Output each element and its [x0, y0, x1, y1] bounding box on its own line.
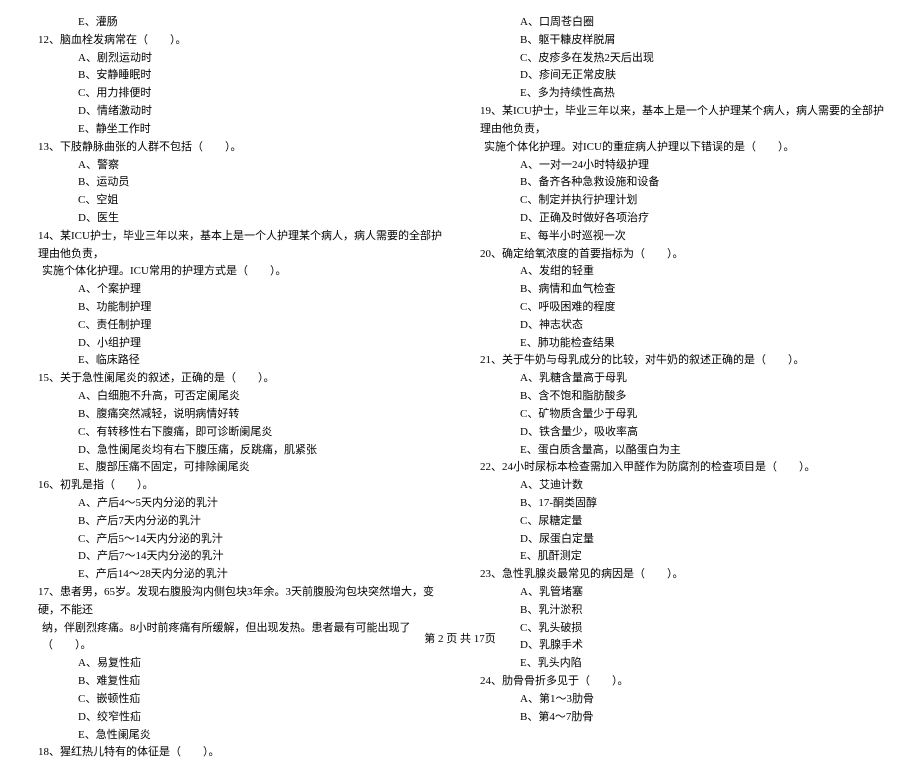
- answer-option: B、含不饱和脂肪酸多: [472, 388, 890, 406]
- answer-option: A、白细胞不升高，可否定阑尾炎: [30, 388, 448, 406]
- answer-option: D、小组护理: [30, 335, 448, 353]
- answer-option: A、乳管堵塞: [472, 584, 890, 602]
- answer-option: E、灌肠: [30, 14, 448, 32]
- answer-option: D、铁含量少，吸收率高: [472, 424, 890, 442]
- answer-option: E、产后14～28天内分泌的乳汁: [30, 566, 448, 584]
- answer-option: A、一对一24小时特级护理: [472, 157, 890, 175]
- question-text: 21、关于牛奶与母乳成分的比较，对牛奶的叙述正确的是（ ）。: [472, 352, 890, 370]
- question-text: 18、猩红热儿特有的体征是（ ）。: [30, 744, 448, 762]
- answer-option: C、责任制护理: [30, 317, 448, 335]
- answer-option: A、剧烈运动时: [30, 50, 448, 68]
- footer-total: 17: [474, 633, 485, 645]
- answer-option: B、安静睡眠时: [30, 67, 448, 85]
- question-text: 24、肋骨骨折多见于（ ）。: [472, 673, 890, 691]
- answer-option: D、疹间无正常皮肤: [472, 67, 890, 85]
- answer-option: B、功能制护理: [30, 299, 448, 317]
- answer-option: C、尿糖定量: [472, 513, 890, 531]
- answer-option: B、第4～7肋骨: [472, 709, 890, 727]
- answer-option: E、临床路径: [30, 352, 448, 370]
- answer-option: C、空姐: [30, 192, 448, 210]
- question-text: 12、脑血栓发病常在（ ）。: [30, 32, 448, 50]
- answer-option: B、病情和血气检查: [472, 281, 890, 299]
- footer-suffix: 页: [485, 633, 496, 645]
- question-text: 16、初乳是指（ ）。: [30, 477, 448, 495]
- answer-option: C、乳头破损: [472, 620, 890, 638]
- question-text: 14、某ICU护士，毕业三年以来，基本上是一个人护理某个病人，病人需要的全部护理…: [30, 228, 448, 264]
- answer-option: B、躯干糠皮样脱屑: [472, 32, 890, 50]
- right-column: A、口周苍白圈B、躯干糠皮样脱屑C、皮疹多在发热2天后出现D、疹间无正常皮肤E、…: [472, 14, 890, 624]
- answer-option: C、用力排便时: [30, 85, 448, 103]
- answer-option: E、乳头内陷: [472, 655, 890, 673]
- answer-option: A、第1～3肋骨: [472, 691, 890, 709]
- footer-middle: 页 共: [444, 633, 474, 645]
- answer-option: D、绞窄性疝: [30, 709, 448, 727]
- answer-option: D、急性阑尾炎均有右下腹压痛，反跳痛，肌紧张: [30, 442, 448, 460]
- answer-option: B、产后7天内分泌的乳汁: [30, 513, 448, 531]
- question-continuation: 实施个体化护理。对ICU的重症病人护理以下错误的是（ ）。: [472, 139, 890, 157]
- answer-option: C、矿物质含量少于母乳: [472, 406, 890, 424]
- answer-option: E、腹部压痛不固定，可排除阑尾炎: [30, 459, 448, 477]
- answer-option: C、制定并执行护理计划: [472, 192, 890, 210]
- answer-option: B、腹痛突然减轻，说明病情好转: [30, 406, 448, 424]
- answer-option: E、每半小时巡视一次: [472, 228, 890, 246]
- answer-option: E、肌酐测定: [472, 548, 890, 566]
- question-text: 22、24小时尿标本检查需加入甲醛作为防腐剂的检查项目是（ ）。: [472, 459, 890, 477]
- answer-option: A、易复性疝: [30, 655, 448, 673]
- answer-option: C、嵌顿性疝: [30, 691, 448, 709]
- answer-option: B、备齐各种急救设施和设备: [472, 174, 890, 192]
- answer-option: A、个案护理: [30, 281, 448, 299]
- answer-option: B、乳汁淤积: [472, 602, 890, 620]
- answer-option: D、医生: [30, 210, 448, 228]
- answer-option: A、产后4～5天内分泌的乳汁: [30, 495, 448, 513]
- answer-option: E、肺功能检查结果: [472, 335, 890, 353]
- answer-option: A、发绀的轻重: [472, 263, 890, 281]
- answer-option: B、运动员: [30, 174, 448, 192]
- left-column: E、灌肠12、脑血栓发病常在（ ）。A、剧烈运动时B、安静睡眠时C、用力排便时D…: [30, 14, 448, 624]
- answer-option: E、静坐工作时: [30, 121, 448, 139]
- answer-option: A、警察: [30, 157, 448, 175]
- answer-option: D、正确及时做好各项治疗: [472, 210, 890, 228]
- answer-option: D、情绪激动时: [30, 103, 448, 121]
- answer-option: A、口周苍白圈: [472, 14, 890, 32]
- answer-option: D、尿蛋白定量: [472, 531, 890, 549]
- answer-option: C、皮疹多在发热2天后出现: [472, 50, 890, 68]
- question-text: 13、下肢静脉曲张的人群不包括（ ）。: [30, 139, 448, 157]
- question-text: 17、患者男，65岁。发现右腹股沟内侧包块3年余。3天前腹股沟包块突然增大，变硬…: [30, 584, 448, 620]
- answer-option: D、神志状态: [472, 317, 890, 335]
- answer-option: A、艾迪计数: [472, 477, 890, 495]
- answer-option: C、呼吸困难的程度: [472, 299, 890, 317]
- question-text: 20、确定给氧浓度的首要指标为（ ）。: [472, 246, 890, 264]
- answer-option: E、急性阑尾炎: [30, 727, 448, 745]
- question-text: 15、关于急性阑尾炎的叙述，正确的是（ ）。: [30, 370, 448, 388]
- answer-option: C、产后5～14天内分泌的乳汁: [30, 531, 448, 549]
- question-continuation: 实施个体化护理。ICU常用的护理方式是（ ）。: [30, 263, 448, 281]
- answer-option: E、蛋白质含量高，以酪蛋白为主: [472, 442, 890, 460]
- footer-prefix: 第: [424, 633, 438, 645]
- answer-option: E、多为持续性高热: [472, 85, 890, 103]
- answer-option: B、17-酮类固醇: [472, 495, 890, 513]
- question-text: 19、某ICU护士，毕业三年以来，基本上是一个人护理某个病人，病人需要的全部护理…: [472, 103, 890, 139]
- answer-option: C、有转移性右下腹痛，即可诊断阑尾炎: [30, 424, 448, 442]
- answer-option: D、乳腺手术: [472, 637, 890, 655]
- answer-option: D、产后7～14天内分泌的乳汁: [30, 548, 448, 566]
- answer-option: B、难复性疝: [30, 673, 448, 691]
- answer-option: A、乳糖含量高于母乳: [472, 370, 890, 388]
- question-text: 23、急性乳腺炎最常见的病因是（ ）。: [472, 566, 890, 584]
